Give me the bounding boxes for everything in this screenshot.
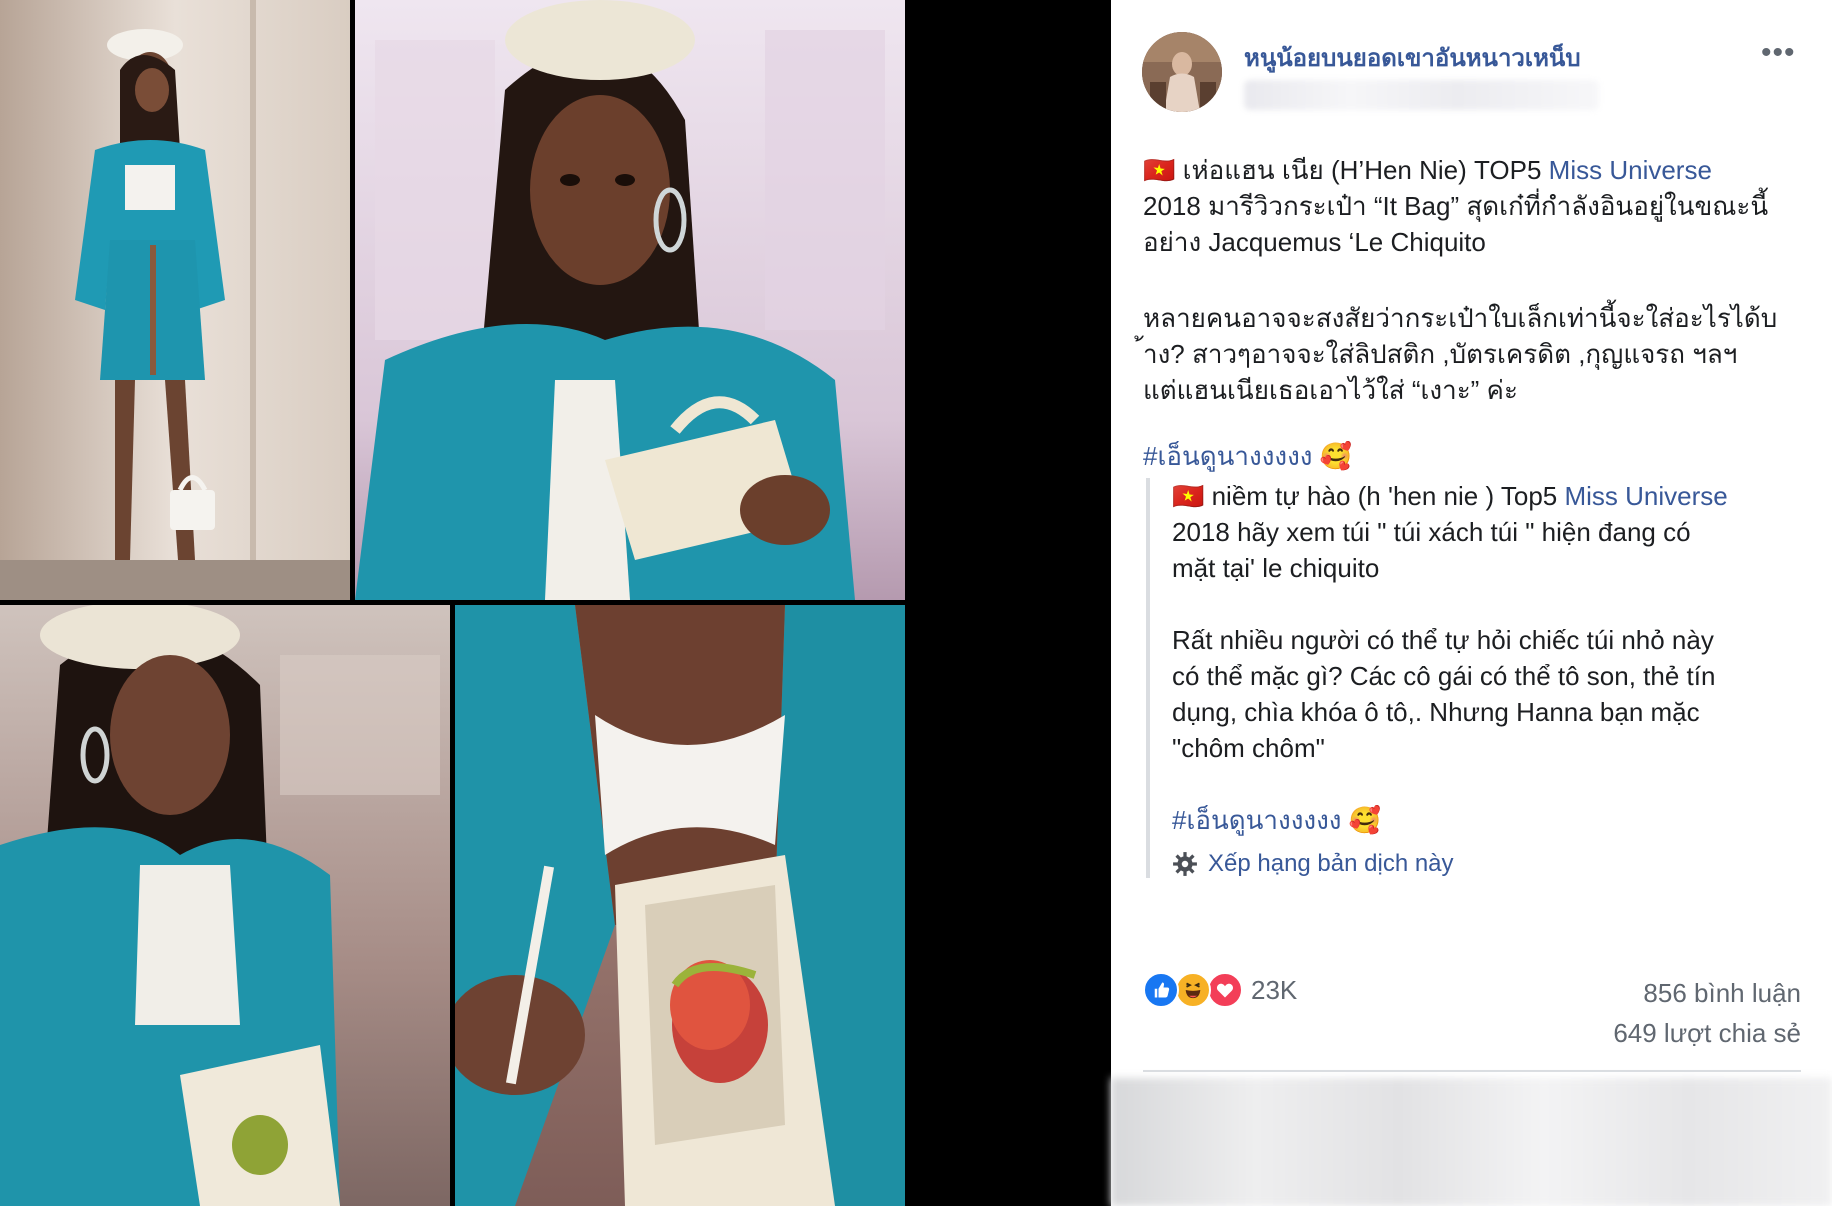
like-icon bbox=[1143, 972, 1179, 1008]
post-hashtag-line: #เอ็นดูนางงงงง 🥰 bbox=[1143, 438, 1803, 474]
blurred-post-meta bbox=[1244, 80, 1599, 110]
love-icon bbox=[1207, 972, 1243, 1008]
translation-text-span: 2018 hãy xem túi " túi xách túi " hiện đ… bbox=[1172, 517, 1691, 583]
hashtag-link[interactable]: #เอ็นดูนางงงงง bbox=[1172, 805, 1341, 835]
post-text-span: 2018 มารีวิวกระเป๋า “It Bag” สุดเก๋ที่กำ… bbox=[1143, 191, 1769, 257]
comments-count-link[interactable]: 856 bình luận bbox=[1643, 978, 1801, 1009]
more-options-button[interactable]: ••• bbox=[1761, 38, 1796, 68]
photo-opening-bag[interactable] bbox=[0, 605, 450, 1206]
smiling-hearts-emoji: 🥰 bbox=[1319, 441, 1353, 471]
photo-collage[interactable] bbox=[0, 0, 1111, 1206]
haha-icon bbox=[1175, 972, 1211, 1008]
miss-universe-link[interactable]: Miss Universe bbox=[1564, 481, 1727, 511]
translation-text-span: niềm tự hào (h 'hen nie ) Top5 bbox=[1204, 481, 1565, 511]
rate-translation-label: Xếp hạng bản dịch này bbox=[1208, 850, 1454, 877]
translation-block: 🇻🇳 niềm tự hào (h 'hen nie ) Top5 Miss U… bbox=[1146, 478, 1786, 878]
hashtag-link[interactable]: #เอ็นดูนางงงงง bbox=[1143, 441, 1312, 471]
reaction-summary[interactable]: 23K bbox=[1143, 972, 1297, 1008]
photo-holding-bag[interactable] bbox=[355, 0, 905, 600]
blurred-comment-area bbox=[1111, 1078, 1832, 1206]
photo-rambutan-closeup[interactable] bbox=[455, 605, 905, 1206]
gear-icon bbox=[1173, 852, 1197, 876]
post-paragraph-1: 🇻🇳 เห่อแฮน เนีย (H’Hen Nie) TOP5 Miss Un… bbox=[1143, 152, 1803, 260]
rate-translation-link[interactable]: Xếp hạng bản dịch này bbox=[1172, 850, 1786, 878]
miss-universe-link[interactable]: Miss Universe bbox=[1549, 155, 1712, 185]
divider bbox=[1143, 1070, 1801, 1072]
post-text-span: เห่อแฮน เนีย (H’Hen Nie) TOP5 bbox=[1175, 155, 1549, 185]
vietnam-flag-emoji: 🇻🇳 bbox=[1143, 155, 1176, 185]
translation-hashtag-line: #เอ็นดูนางงงงง 🥰 bbox=[1172, 802, 1786, 838]
post-panel: หนูน้อยบนยอดเขาอันหนาวเหน็บ ••• 🇻🇳 เห่อแ… bbox=[1111, 0, 1832, 1206]
author-name[interactable]: หนูน้อยบนยอดเขาอันหนาวเหน็บ bbox=[1244, 38, 1581, 77]
translation-paragraph-2: Rất nhiều người có thể tự hỏi chiếc túi … bbox=[1172, 625, 1716, 763]
translation-paragraph-1: 🇻🇳 niềm tự hào (h 'hen nie ) Top5 Miss U… bbox=[1172, 478, 1786, 586]
smiling-hearts-emoji: 🥰 bbox=[1348, 805, 1382, 835]
photo-full-body[interactable] bbox=[0, 0, 350, 600]
post-paragraph-2: หลายคนอาจจะสงสัยว่ากระเป๋าใบเล็กเท่านี้จ… bbox=[1143, 303, 1778, 405]
reactions-count: 23K bbox=[1251, 974, 1298, 1005]
vietnam-flag-emoji: 🇻🇳 bbox=[1172, 481, 1205, 511]
avatar[interactable] bbox=[1142, 32, 1222, 112]
shares-count-link[interactable]: 649 lượt chia sẻ bbox=[1613, 1018, 1801, 1049]
